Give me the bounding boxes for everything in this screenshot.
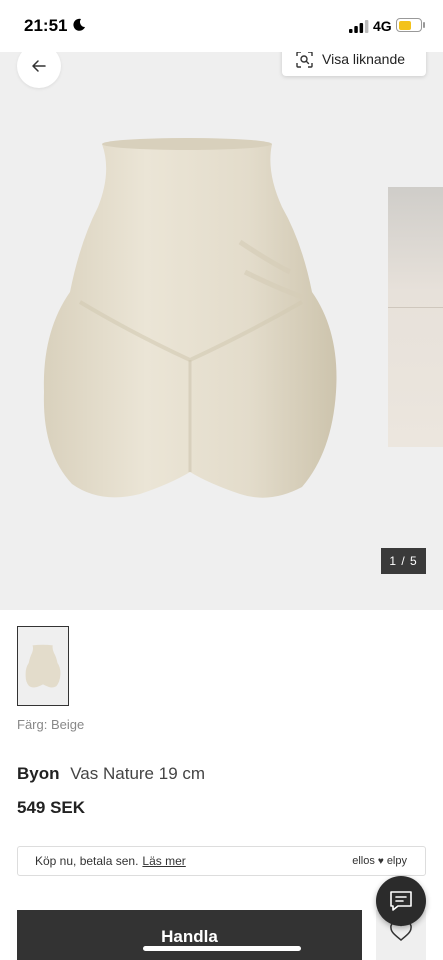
thumbnail-image [25, 644, 61, 688]
elpy-logo: elpy [386, 855, 407, 867]
back-button[interactable] [17, 52, 61, 88]
product-gallery[interactable]: Visa liknande 1 / 5 [0, 52, 443, 610]
visual-search-icon [296, 52, 313, 68]
ellos-logo: ellos [352, 855, 375, 867]
payment-info-box: Köp nu, betala sen. Läs mer ellos ♥ elpy [17, 846, 426, 876]
payment-text: Köp nu, betala sen. [35, 854, 139, 868]
product-image[interactable] [40, 132, 340, 502]
home-indicator [143, 946, 301, 951]
thumbnail-beige[interactable] [17, 626, 69, 706]
chat-button[interactable] [376, 876, 426, 926]
status-time: 21:51 [24, 16, 68, 35]
image-counter: 1 / 5 [381, 548, 426, 574]
product-title: Vas Nature 19 cm [70, 764, 206, 783]
battery-icon [396, 18, 422, 32]
heart-logo-icon: ♥ [377, 855, 384, 867]
partner-logos: ellos ♥ elpy [352, 855, 407, 867]
network-label: 4G [373, 18, 392, 34]
back-arrow-icon [32, 60, 46, 72]
moon-icon [73, 18, 85, 31]
read-more-link[interactable]: Läs mer [142, 854, 185, 868]
chat-icon [390, 891, 412, 911]
next-product-image[interactable] [388, 187, 443, 447]
product-name: Byon Vas Nature 19 cm [17, 764, 205, 784]
show-similar-label: Visa liknande [322, 52, 406, 67]
status-bar: 21:51 4G [0, 0, 443, 52]
price: 549 SEK [17, 798, 86, 817]
brand-link[interactable]: Byon [17, 764, 60, 783]
buy-button-label: Handla [161, 927, 218, 946]
buy-button[interactable]: Handla [17, 910, 362, 960]
battery-cap [423, 22, 425, 28]
show-similar-button[interactable]: Visa liknande [282, 52, 426, 76]
color-label: Färg: Beige [17, 717, 85, 732]
signal-icon [349, 20, 369, 33]
